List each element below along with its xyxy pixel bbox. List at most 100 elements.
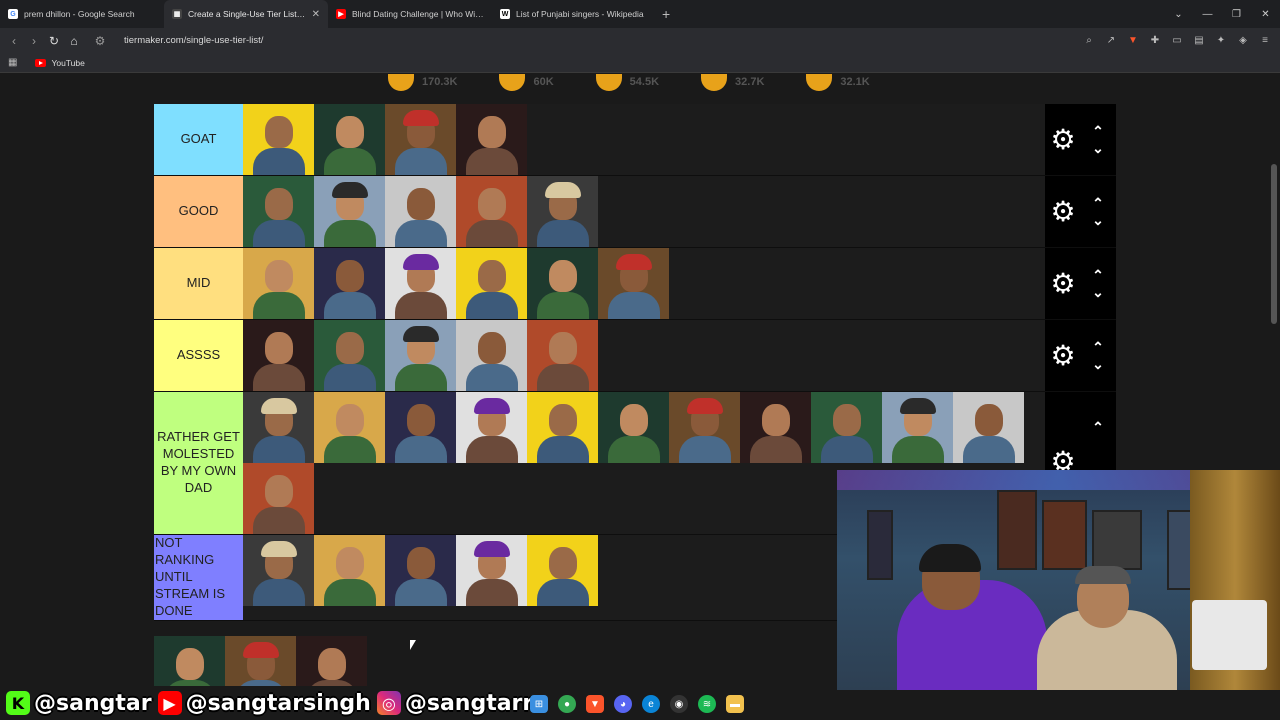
gear-icon[interactable]: ⚙: [1049, 125, 1077, 154]
artist-image[interactable]: [385, 320, 456, 391]
artist-image[interactable]: [598, 248, 669, 319]
zoom-icon[interactable]: ⌕: [1082, 35, 1096, 46]
minimize-button[interactable]: —: [1193, 9, 1222, 20]
tab-tiermaker[interactable]: ▦ Create a Single-Use Tier List (Pri ✕: [164, 0, 328, 28]
restore-button[interactable]: ❐: [1222, 9, 1251, 20]
discord-icon[interactable]: ◕: [614, 695, 632, 713]
obs-icon[interactable]: ◉: [670, 695, 688, 713]
chevron-down-icon[interactable]: ⌄: [1087, 140, 1109, 157]
chrome-icon[interactable]: ●: [558, 695, 576, 713]
gear-icon[interactable]: ⚙: [1049, 197, 1077, 226]
menu-icon[interactable]: ≡: [1258, 35, 1272, 46]
artist-image[interactable]: [456, 392, 527, 463]
close-window-button[interactable]: ✕: [1251, 9, 1280, 20]
wallet-icon[interactable]: ▤: [1192, 35, 1206, 46]
artist-image[interactable]: [243, 392, 314, 463]
artist-image[interactable]: [225, 636, 296, 686]
artist-image[interactable]: [314, 176, 385, 247]
artist-image[interactable]: [243, 104, 314, 175]
site-info-icon[interactable]: ⚙: [90, 34, 110, 48]
reload-button[interactable]: ↻: [44, 34, 64, 48]
chevron-down-icon[interactable]: ⌄: [1087, 212, 1109, 229]
artist-image[interactable]: [953, 392, 1024, 463]
edge-icon[interactable]: e: [642, 695, 660, 713]
chevron-up-icon[interactable]: ⌃: [1087, 419, 1109, 436]
sidebar-icon[interactable]: ▭: [1170, 35, 1184, 46]
url-field[interactable]: tiermaker.com/single-use-tier-list/: [124, 35, 263, 46]
artist-image[interactable]: [314, 535, 385, 606]
gear-icon[interactable]: ⚙: [1049, 341, 1077, 370]
artist-image[interactable]: [314, 392, 385, 463]
artist-image[interactable]: [296, 636, 367, 686]
artist-image[interactable]: [527, 176, 598, 247]
share-icon[interactable]: ↗: [1104, 35, 1118, 46]
windows-start-icon[interactable]: ⊞: [530, 695, 548, 713]
leo-ai-icon[interactable]: ✦: [1214, 35, 1228, 46]
artist-image[interactable]: [882, 392, 953, 463]
artist-image[interactable]: [314, 320, 385, 391]
artist-image[interactable]: [527, 535, 598, 606]
artist-image[interactable]: [243, 248, 314, 319]
tab-google-search[interactable]: G prem dhillon - Google Search: [0, 0, 164, 28]
chevron-up-icon[interactable]: ⌃: [1087, 123, 1109, 140]
chevron-down-icon[interactable]: ⌄: [1087, 356, 1109, 373]
forward-button[interactable]: ›: [24, 34, 44, 48]
artist-image[interactable]: [314, 248, 385, 319]
back-button[interactable]: ‹: [4, 34, 24, 48]
reaction-stat[interactable]: 60K: [499, 74, 554, 91]
artist-image[interactable]: [385, 392, 456, 463]
chevron-down-icon[interactable]: ⌄: [1087, 284, 1109, 301]
artist-image[interactable]: [243, 463, 314, 534]
close-tab-icon[interactable]: ✕: [312, 9, 320, 20]
tier-label[interactable]: GOAT: [154, 104, 243, 175]
tier-label[interactable]: MID: [154, 248, 243, 319]
artist-image[interactable]: [243, 320, 314, 391]
artist-image[interactable]: [385, 248, 456, 319]
vpn-icon[interactable]: ◈: [1236, 35, 1250, 46]
tier-label[interactable]: GOOD: [154, 176, 243, 247]
brave-icon[interactable]: ▼: [586, 695, 604, 713]
tab-search-icon[interactable]: ⌄: [1164, 9, 1193, 20]
artist-image[interactable]: [456, 248, 527, 319]
reaction-stat[interactable]: 170.3K: [388, 74, 457, 91]
artist-image[interactable]: [740, 392, 811, 463]
chevron-up-icon[interactable]: ⌃: [1087, 267, 1109, 284]
gear-icon[interactable]: ⚙: [1049, 269, 1077, 298]
artist-image[interactable]: [456, 535, 527, 606]
reaction-stat[interactable]: 32.7K: [701, 74, 764, 91]
artist-image[interactable]: [385, 104, 456, 175]
tier-label[interactable]: RATHER GET MOLESTED BY MY OWN DAD: [154, 392, 243, 534]
new-tab-button[interactable]: +: [662, 6, 670, 22]
tab-youtube-video[interactable]: ▶ Blind Dating Challenge | Who Will K: [328, 0, 492, 28]
artist-image[interactable]: [669, 392, 740, 463]
artist-image[interactable]: [385, 535, 456, 606]
artist-image[interactable]: [456, 320, 527, 391]
chevron-up-icon[interactable]: ⌃: [1087, 195, 1109, 212]
artist-image[interactable]: [811, 392, 882, 463]
reaction-stat[interactable]: 54.5K: [595, 74, 659, 91]
artist-image[interactable]: [243, 535, 314, 606]
artist-image[interactable]: [456, 176, 527, 247]
file-explorer-icon[interactable]: ▬: [726, 695, 744, 713]
artist-image[interactable]: [598, 392, 669, 463]
brave-shields-icon[interactable]: ▼: [1126, 35, 1140, 46]
artist-image[interactable]: [456, 104, 527, 175]
artist-image[interactable]: [385, 176, 456, 247]
artist-image[interactable]: [527, 248, 598, 319]
tier-label[interactable]: NOT RANKING UNTIL STREAM IS DONE: [154, 535, 243, 620]
tier-label[interactable]: ASSSS: [154, 320, 243, 391]
extensions-icon[interactable]: ✚: [1148, 35, 1162, 46]
tab-wikipedia[interactable]: W List of Punjabi singers - Wikipedia: [492, 0, 656, 28]
artist-image[interactable]: [154, 636, 225, 686]
spotify-icon[interactable]: ≋: [698, 695, 716, 713]
bookmark-youtube[interactable]: YouTube: [35, 58, 85, 68]
reaction-stat[interactable]: 32.1K: [806, 74, 870, 91]
artist-image[interactable]: [527, 320, 598, 391]
artist-image[interactable]: [527, 392, 598, 463]
artist-image[interactable]: [243, 176, 314, 247]
chevron-up-icon[interactable]: ⌃: [1087, 339, 1109, 356]
bookmark-icon[interactable]: ⌂: [64, 34, 84, 48]
artist-image[interactable]: [314, 104, 385, 175]
apps-grid-icon[interactable]: ▦: [8, 57, 17, 68]
page-scrollbar[interactable]: [1271, 164, 1277, 324]
